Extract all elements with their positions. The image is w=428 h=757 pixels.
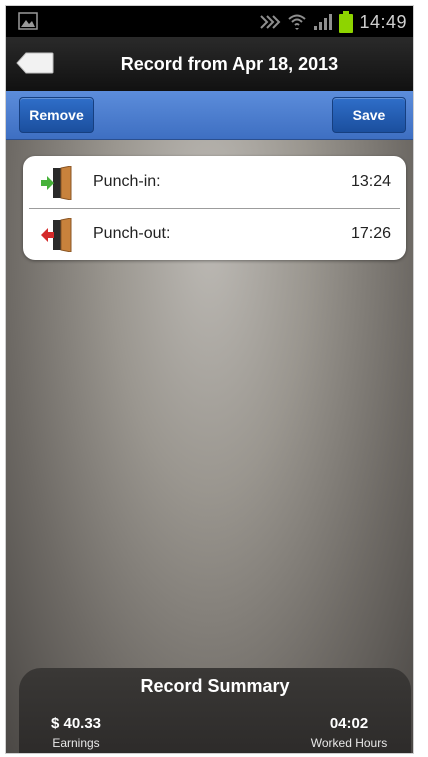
content-area: Punch-in: 13:24 Punch-out: 17:26 Record … — [6, 140, 413, 753]
punch-in-label: Punch-in: — [93, 173, 161, 190]
punch-in-row[interactable]: Punch-in: 13:24 — [23, 156, 406, 208]
action-toolbar: Remove Save — [6, 91, 413, 140]
punch-in-time: 13:24 — [350, 173, 391, 190]
earnings-label: Earnings — [52, 736, 100, 750]
wifi-icon — [288, 14, 307, 30]
app-screen: 14:49 Record from Apr 18, 2013 Remove Sa… — [5, 5, 414, 754]
page-title: Record from Apr 18, 2013 — [120, 54, 339, 74]
battery-icon — [339, 11, 354, 33]
punch-out-time: 17:26 — [350, 225, 391, 242]
remove-button[interactable]: Remove — [19, 97, 94, 133]
worked-hours-block: 04:02 Worked Hours — [309, 715, 389, 750]
door-exit-icon — [41, 218, 72, 252]
worked-hours-label: Worked Hours — [310, 736, 388, 750]
door-enter-icon — [41, 166, 72, 200]
summary-title: Record Summary — [140, 676, 290, 696]
punch-out-label: Punch-out: — [93, 225, 171, 242]
record-summary-panel: Record Summary $ 40.33 Earnings 04:02 Wo… — [19, 668, 411, 753]
signal-icon — [314, 14, 333, 30]
worked-hours-value: 04:02 — [329, 715, 369, 732]
record-card: Punch-in: 13:24 Punch-out: 17:26 — [23, 156, 406, 260]
clock-time: 14:49 — [359, 11, 407, 32]
title-bar: Record from Apr 18, 2013 — [6, 37, 413, 92]
earnings-value: $ 40.33 — [50, 715, 102, 732]
save-button[interactable]: Save — [332, 97, 406, 133]
vibrate-icon — [260, 15, 281, 29]
status-bar: 14:49 — [6, 6, 413, 37]
earnings-block: $ 40.33 Earnings — [41, 715, 111, 750]
punch-out-row[interactable]: Punch-out: 17:26 — [23, 208, 406, 260]
gallery-icon — [18, 12, 38, 30]
